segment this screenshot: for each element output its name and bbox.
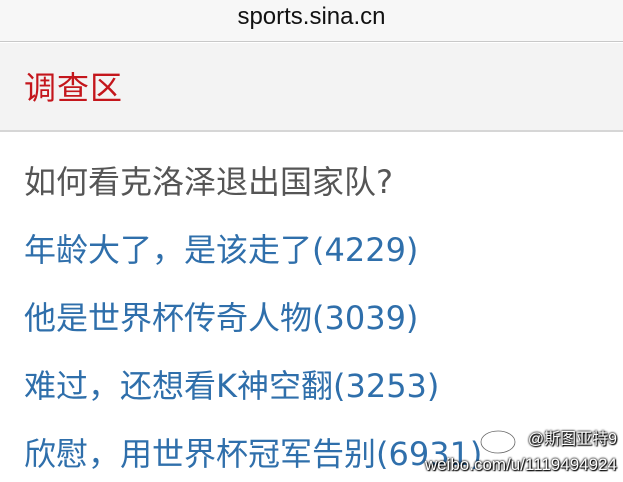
section-title: 调查区 xyxy=(24,69,124,107)
url-text[interactable]: sports.sina.cn xyxy=(237,0,385,34)
poll-question: 如何看克洛泽退出国家队? xyxy=(24,163,393,201)
poll-option-2[interactable]: 他是世界杯传奇人物(3039) xyxy=(24,296,418,340)
weibo-watermark: @斯图亚特9 weibo.com/u/1119494924 xyxy=(425,430,617,482)
poll-option-1[interactable]: 年龄大了，是该走了(4229) xyxy=(24,228,418,272)
browser-url-bar[interactable]: sports.sina.cn xyxy=(0,0,623,42)
poll-option-3[interactable]: 难过，还想看K神空翻(3253) xyxy=(24,364,439,408)
survey-section-header: 调查区 xyxy=(0,43,623,132)
watermark-url: weibo.com/u/1119494924 xyxy=(424,455,617,474)
watermark-handle: @斯图亚特9 xyxy=(527,431,617,448)
poll-option-4[interactable]: 欣慰，用世界杯冠军告别(6931) xyxy=(24,432,482,476)
